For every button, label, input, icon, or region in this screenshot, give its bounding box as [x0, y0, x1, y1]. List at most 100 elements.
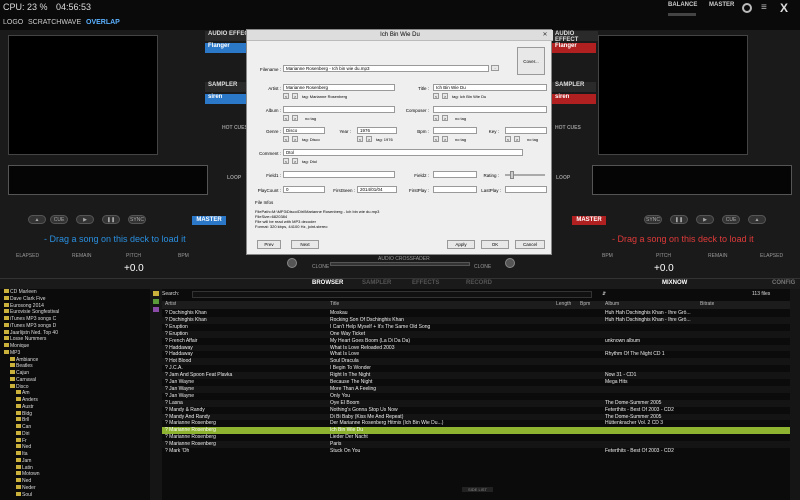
right-filter-knob[interactable]: [505, 258, 515, 268]
side-list-toggle[interactable]: SIDE LIST: [462, 487, 493, 492]
close-button[interactable]: X: [780, 1, 788, 15]
title-field[interactable]: Ich Bin Wie Du: [433, 84, 547, 91]
composer-next-arrow[interactable]: >: [442, 115, 448, 121]
genre-field[interactable]: Disco: [283, 127, 325, 134]
right-cue-button[interactable]: CUE: [722, 215, 740, 224]
table-row[interactable]: ? Dschinghis Khan Moskau Huh Hah Dschinghi…: [162, 310, 790, 317]
tab-scratchwave[interactable]: SCRATCHWAVE: [28, 19, 81, 26]
tree-folder-item[interactable]: Austr: [0, 403, 150, 411]
table-row[interactable]: ? Eruption One Way Ticket: [162, 330, 790, 338]
right-master-button[interactable]: MASTER: [572, 216, 606, 225]
tree-folder-item[interactable]: Neder: [0, 484, 150, 492]
key-field[interactable]: [505, 127, 547, 134]
right-sampler-name[interactable]: siren: [552, 94, 596, 104]
bpm-prev-arrow[interactable]: <: [433, 136, 439, 142]
tree-folder-item[interactable]: MP3: [0, 349, 150, 357]
tab-record[interactable]: RECORD: [466, 280, 492, 286]
config-button[interactable]: CONFIG: [772, 280, 795, 286]
col-bpm[interactable]: Bpm: [580, 301, 590, 307]
table-row[interactable]: ? Mandy And Randy Di Bi Baby (Kiss Me And…: [162, 413, 790, 421]
genre-prev-arrow[interactable]: <: [283, 136, 289, 142]
tree-folder-item[interactable]: Anders: [0, 397, 150, 404]
prev-button[interactable]: Prev: [257, 240, 281, 249]
table-row[interactable]: ? Lasna Oye El Boom The Dome-Summer 2005: [162, 399, 790, 407]
balance-slider[interactable]: [668, 13, 696, 16]
tree-folder-item[interactable]: Ita: [0, 451, 150, 458]
col-album[interactable]: Album: [605, 301, 619, 307]
right-jog-display[interactable]: [598, 35, 748, 155]
table-row[interactable]: ? Eruption I Can't Help Myself + It's The…: [162, 323, 790, 331]
year-next-arrow[interactable]: >: [366, 136, 372, 142]
comment-field[interactable]: Dtol: [283, 149, 523, 156]
table-row[interactable]: ? Jam And Spoon Feat Plavka Right In The …: [162, 372, 790, 379]
field1-input[interactable]: [283, 171, 395, 178]
field2-input[interactable]: [433, 171, 477, 178]
artist-field[interactable]: Marianne Rosenberg: [283, 84, 395, 91]
tree-folder-item[interactable]: Jaarlijstn Ned. Top 40: [0, 329, 150, 337]
table-row[interactable]: ? Mandy & Randy Nothing's Gonna Stop Us N…: [162, 406, 790, 414]
col-length[interactable]: Length: [556, 301, 571, 307]
filename-browse-button[interactable]: ·: [491, 65, 499, 71]
left-sync-button[interactable]: SYNC: [128, 215, 146, 224]
comment-next-arrow[interactable]: >: [292, 158, 298, 164]
bpm-next-arrow[interactable]: >: [442, 136, 448, 142]
table-row[interactable]: ? Jan Wayne Because The Night Mega Hits: [162, 379, 790, 386]
col-bitrate[interactable]: Bitrate: [700, 301, 714, 307]
tree-folder-item[interactable]: Carnaval: [0, 376, 150, 384]
tree-folder-item[interactable]: Can: [0, 424, 150, 431]
tree-folder-item[interactable]: Ned: [0, 478, 150, 485]
tree-folder-item[interactable]: Losse Nummers: [0, 336, 150, 343]
tree-folder-item[interactable]: CD Marleen: [0, 289, 150, 296]
table-row[interactable]: ? Mark 'Oh Stuck On You Feterthits - Best …: [162, 448, 790, 455]
year-field[interactable]: 1976: [357, 127, 397, 134]
album-field[interactable]: [283, 106, 395, 113]
dialog-close-button[interactable]: ✕: [540, 31, 550, 39]
tree-folder-item[interactable]: Jam: [0, 457, 150, 465]
table-row[interactable]: ? Marianne Rosenberg Ich Bin Wie Du: [162, 427, 790, 435]
playlist-icon[interactable]: [153, 299, 159, 304]
col-artist[interactable]: Artist: [165, 301, 176, 307]
tree-folder-item[interactable]: Motown: [0, 471, 150, 478]
tree-folder-item[interactable]: Ned: [0, 444, 150, 451]
tab-logo[interactable]: LOGO: [3, 19, 23, 26]
tab-mixnow[interactable]: MIXNOW: [662, 280, 687, 286]
tree-folder-item[interactable]: Soul: [0, 491, 150, 499]
tree-folder-item[interactable]: Dave Clark Five: [0, 295, 150, 303]
title-prev-arrow[interactable]: <: [433, 93, 439, 99]
genre-next-arrow[interactable]: >: [292, 136, 298, 142]
left-play-button[interactable]: ▶: [76, 215, 94, 224]
tree-folder-item[interactable]: Diri: [0, 430, 150, 438]
tree-folder-item[interactable]: Ambiance: [0, 356, 150, 364]
tree-folder-item[interactable]: Eurosong 2014: [0, 302, 150, 310]
firstseen-field[interactable]: 2014/01/04: [357, 186, 397, 193]
col-title[interactable]: Title: [330, 301, 339, 307]
title-next-arrow[interactable]: >: [442, 93, 448, 99]
table-row[interactable]: ? French Affair My Heart Goes Boom (La Di…: [162, 337, 790, 345]
rating-slider-thumb[interactable]: [510, 171, 514, 179]
table-row[interactable]: ? Marianne Rosenberg Paris: [162, 441, 790, 448]
cancel-button[interactable]: Cancel: [515, 240, 545, 249]
tab-effects[interactable]: EFFECTS: [412, 280, 439, 286]
lastplay-field[interactable]: [505, 186, 547, 193]
left-clone-label[interactable]: CLONE: [312, 264, 329, 270]
table-row[interactable]: ? Hot Blood Soul Dracula: [162, 358, 790, 366]
table-row[interactable]: ? Dschinghis Khan Rocking Son Of Dschingh…: [162, 316, 790, 324]
firstplay-field[interactable]: [433, 186, 477, 193]
composer-field[interactable]: [433, 106, 547, 113]
tab-sampler[interactable]: SAMPLER: [362, 280, 391, 286]
right-play-button[interactable]: ▶: [696, 215, 714, 224]
right-sync-button[interactable]: SYNC: [644, 215, 662, 224]
tree-folder-item[interactable]: Am: [0, 390, 150, 397]
tree-folder-item[interactable]: Bldg: [0, 410, 150, 418]
key-next-arrow[interactable]: >: [514, 136, 520, 142]
tree-folder-item[interactable]: iTunes MP3 songs D: [0, 322, 150, 330]
right-effect-name[interactable]: Flanger: [552, 43, 596, 53]
search-options-icon[interactable]: ⇵: [602, 291, 606, 297]
year-prev-arrow[interactable]: <: [357, 136, 363, 142]
folder-icon[interactable]: [153, 291, 159, 296]
table-row[interactable]: ? J.C.A. I Begin To Wonder: [162, 365, 790, 373]
right-scrollbar[interactable]: [790, 289, 800, 500]
album-next-arrow[interactable]: >: [292, 115, 298, 121]
tree-folder-item[interactable]: Fr: [0, 437, 150, 445]
album-prev-arrow[interactable]: <: [283, 115, 289, 121]
